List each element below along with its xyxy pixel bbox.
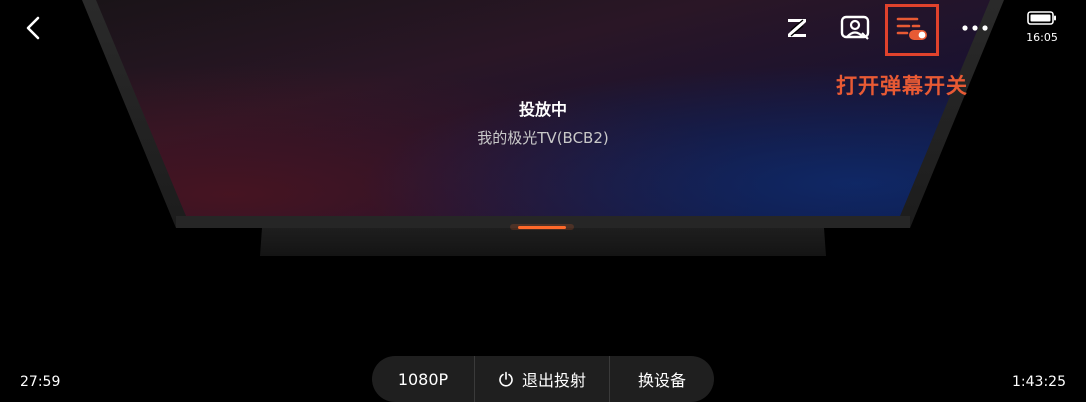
exit-cast-label: 退出投射 [521, 371, 586, 390]
z-logo-icon [788, 19, 806, 37]
exit-cast-button[interactable]: 退出投射 [474, 356, 610, 402]
resolution-button[interactable]: 1080P [372, 356, 474, 402]
total-time: 1:43:25 [1012, 374, 1066, 390]
elapsed-time: 27:59 [20, 374, 61, 390]
chevron-left-icon [26, 16, 40, 40]
cast-controls-bar: 1080P 退出投射 换设备 [372, 356, 714, 402]
scene-button[interactable] [835, 10, 875, 46]
device-name: 我的极光TV(BCB2) [477, 129, 609, 147]
danmaku-toggle-button[interactable] [892, 10, 932, 46]
switch-device-button[interactable]: 换设备 [610, 356, 714, 402]
cast-screen: 16:05 打开弹幕开关 投放中 我的极光TV(BCB2) 27:59 1:43… [0, 0, 1086, 402]
battery-icon [1027, 11, 1056, 25]
cast-status-title: 投放中 [518, 100, 567, 119]
power-icon [498, 371, 514, 387]
back-button[interactable] [18, 12, 48, 44]
more-icon [962, 25, 988, 31]
status-time: 16:05 [1026, 31, 1058, 44]
tv-illustration [82, 0, 1004, 256]
danmaku-toggle-icon [896, 17, 927, 40]
z-logo-button[interactable] [777, 10, 817, 46]
scene-icon [840, 15, 870, 40]
more-button[interactable] [955, 10, 995, 46]
status-area: 16:05 [1012, 10, 1072, 44]
resolution-label: 1080P [397, 369, 449, 389]
switch-device-label: 换设备 [637, 371, 686, 390]
